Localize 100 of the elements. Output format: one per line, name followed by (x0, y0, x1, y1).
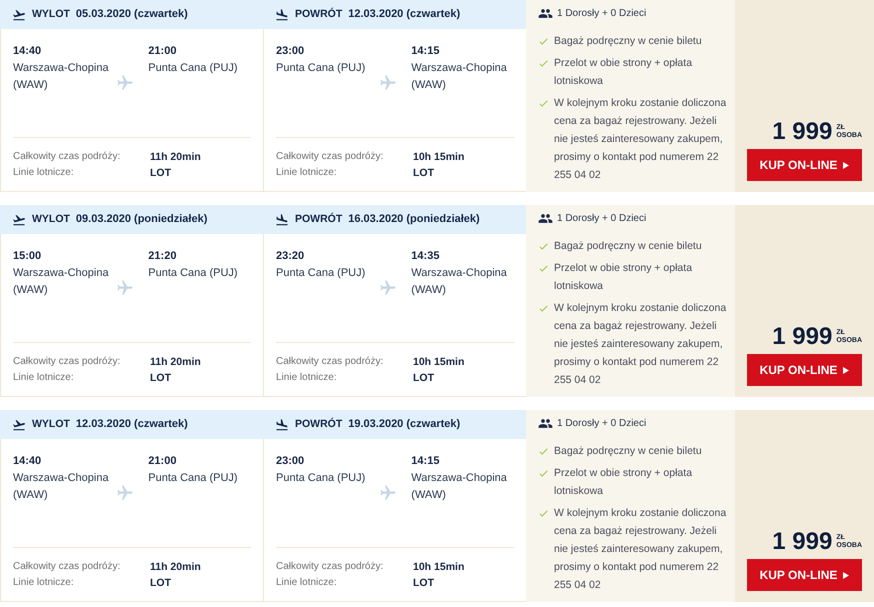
checkmark-icon (538, 263, 549, 274)
arrival-time: 14:35 (411, 249, 440, 264)
triangle-icon (843, 366, 850, 374)
departure-airport: Warszawa-Chopina (WAW) (13, 61, 110, 93)
feature-text: Przelot w obie strony + opłata lotniskowa (554, 56, 694, 89)
feature-text: W kolejnym kroku zostanie doliczona cena za bagaż rejestrowany. Jeżeli nie jesteś zainteresowany zakupem, prosimy o kontakt pod numerem 22 255 04 02 (554, 96, 728, 183)
duration-value: 10h 15min (413, 560, 464, 575)
airline-label: Linie lotnicze: (13, 166, 75, 180)
checkmark-icon (538, 508, 549, 519)
arrival-airport: Warszawa-Chopina (WAW) (411, 61, 508, 93)
leg-date: 12.03.2020 (czwartek) (348, 7, 460, 22)
leg-date: 09.03.2020 (poniedziałek) (76, 212, 208, 228)
plane-landing-icon (275, 212, 289, 226)
duration-label: Całkowity czas podróży: (13, 560, 122, 574)
arrival-airport: Warszawa-Chopina (WAW) (411, 266, 508, 298)
departure-time: 14:40 (13, 44, 42, 59)
arrival-airport: Punta Cana (PUJ) (148, 471, 239, 486)
airline-value: LOT (413, 371, 434, 386)
arrival-airport: Punta Cana (PUJ) (148, 61, 239, 76)
departure-time: 15:00 (13, 249, 42, 264)
leg-date: 05.03.2020 (czwartek) (76, 7, 188, 22)
checkmark-icon (538, 36, 549, 47)
departure-time: 14:40 (13, 454, 42, 469)
duration-label: Całkowity czas podróży: (13, 150, 122, 164)
arrival-time: 21:00 (148, 44, 178, 59)
airline-label: Linie lotnicze: (13, 371, 75, 385)
departure-time: 23:00 (276, 454, 306, 469)
departure-airport: Punta Cana (PUJ) (276, 471, 366, 486)
airplane-icon (116, 74, 134, 92)
plane-takeoff-icon (12, 8, 26, 22)
duration-value: 10h 15min (413, 355, 464, 370)
plane-landing-icon (275, 8, 289, 22)
people-icon (538, 211, 553, 226)
arrival-airport: Warszawa-Chopina (WAW) (411, 471, 508, 503)
duration-label: Całkowity czas podróży: (13, 355, 122, 369)
airline-value: LOT (413, 576, 434, 591)
duration-label: Całkowity czas podróży: (276, 355, 384, 369)
duration-value: 11h 20min (150, 560, 201, 575)
airplane-icon (378, 484, 397, 502)
airline-value: LOT (413, 166, 434, 181)
price-amount: 1 999 (772, 530, 832, 554)
triangle-icon (843, 572, 850, 578)
departure-time: 23:20 (276, 249, 306, 264)
triangle-icon (843, 162, 850, 168)
leg-date: 12.03.2020 (czwartek) (76, 417, 188, 432)
airplane-icon (116, 484, 134, 502)
arrival-time: 21:20 (148, 249, 178, 264)
arrival-airport: Punta Cana (PUJ) (148, 266, 239, 281)
leg-type-label: WYLOT (32, 6, 70, 22)
leg-type-label: POWRÓT (295, 212, 342, 227)
departure-airport: Warszawa-Chopina (WAW) (13, 266, 110, 298)
plane-takeoff-icon (12, 418, 26, 432)
price-amount: 1 999 (772, 120, 832, 144)
feature-text: Przelot w obie strony + opłata lotniskowa (554, 466, 694, 499)
checkmark-icon (538, 468, 549, 479)
leg-type-label: WYLOT (32, 416, 70, 432)
buy-online-button[interactable]: KUP ON-LINE (747, 354, 862, 386)
buy-online-button[interactable]: KUP ON-LINE (747, 559, 862, 591)
checkmark-icon (538, 303, 549, 314)
plane-takeoff-icon (12, 212, 26, 226)
checkmark-icon (538, 98, 549, 109)
plane-landing-icon (275, 418, 289, 432)
airplane-icon (116, 279, 134, 297)
arrival-time: 21:00 (148, 454, 178, 469)
airline-label: Linie lotnicze: (276, 371, 338, 385)
passengers-text: 1 Dorosły + 0 Dzieci (557, 212, 646, 226)
people-icon (538, 6, 553, 21)
airline-value: LOT (150, 371, 171, 386)
price-amount: 1 999 (772, 325, 832, 349)
feature-text: Przelot w obie strony + opłata lotniskowa (554, 261, 694, 294)
buy-online-button[interactable]: KUP ON-LINE (747, 149, 862, 181)
leg-date: 19.03.2020 (czwartek) (348, 417, 460, 432)
leg-date: 16.03.2020 (poniedziałek) (348, 212, 480, 228)
people-icon (538, 416, 553, 431)
feature-text: W kolejnym kroku zostanie doliczona cena za bagaż rejestrowany. Jeżeli nie jesteś zainteresowany zakupem, prosimy o kontakt pod numerem 22 255 04 02 (554, 506, 728, 593)
departure-time: 23:00 (276, 44, 306, 59)
passengers-text: 1 Dorosły + 0 Dzieci (557, 416, 646, 430)
leg-type-label: POWRÓT (295, 6, 342, 22)
checkmark-icon (538, 446, 549, 457)
checkmark-icon (538, 241, 549, 252)
leg-type-label: POWRÓT (295, 416, 342, 432)
feature-text: Bagaż podręczny w cenie biletu (554, 34, 703, 49)
leg-type-label: WYLOT (32, 212, 70, 227)
airplane-icon (378, 74, 397, 92)
duration-value: 11h 20min (150, 355, 201, 370)
duration-value: 10h 15min (413, 150, 464, 165)
feature-text: W kolejnym kroku zostanie doliczona cena za bagaż rejestrowany. Jeżeli nie jesteś zainteresowany zakupem, prosimy o kontakt pod numerem 22 255 04 02 (554, 301, 728, 388)
airline-label: Linie lotnicze: (276, 166, 338, 180)
departure-airport: Warszawa-Chopina (WAW) (13, 471, 110, 503)
airline-value: LOT (150, 166, 171, 181)
duration-value: 11h 20min (150, 150, 201, 165)
airline-label: Linie lotnicze: (13, 576, 75, 590)
departure-airport: Punta Cana (PUJ) (276, 61, 366, 76)
arrival-time: 14:15 (411, 44, 440, 59)
departure-airport: Punta Cana (PUJ) (276, 266, 366, 281)
airline-label: Linie lotnicze: (276, 576, 338, 590)
passengers-text: 1 Dorosły + 0 Dzieci (557, 6, 646, 20)
checkmark-icon (538, 58, 549, 69)
duration-label: Całkowity czas podróży: (276, 560, 384, 574)
feature-text: Bagaż podręczny w cenie biletu (554, 444, 703, 459)
